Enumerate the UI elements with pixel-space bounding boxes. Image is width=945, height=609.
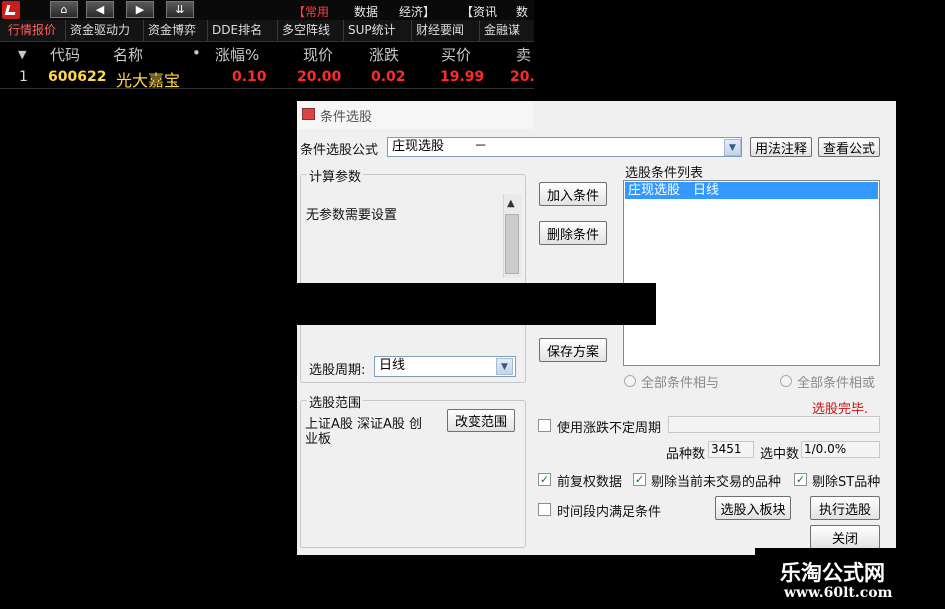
- arrow-right-icon[interactable]: ▶: [126, 1, 154, 18]
- selected-count-label: 选中数: [760, 447, 800, 462]
- condition-list[interactable]: 庄现选股 日线: [623, 180, 880, 366]
- stock-bid: 19.99: [440, 69, 485, 85]
- header-ask[interactable]: 卖: [516, 44, 531, 65]
- subtab-dde-rank[interactable]: DDE排名: [208, 20, 278, 41]
- header-price[interactable]: 现价: [303, 44, 333, 65]
- top-toolbar: [0, 0, 534, 20]
- view-formula-button[interactable]: 查看公式: [818, 137, 880, 157]
- delete-condition-button[interactable]: 删除条件: [539, 221, 607, 245]
- range-group-title: 选股范围: [307, 392, 364, 411]
- time-range-label: 时间段内满足条件: [557, 505, 662, 520]
- header-bid[interactable]: 买价: [441, 44, 471, 65]
- period-select[interactable]: 日线: [374, 356, 516, 377]
- tab-data-2[interactable]: 数: [516, 3, 528, 20]
- stock-price: 20.00: [297, 69, 342, 85]
- stock-count-label: 品种数: [666, 447, 706, 462]
- time-range-checkbox[interactable]: [538, 503, 551, 516]
- tab-data[interactable]: 数据: [354, 3, 378, 20]
- sort-arrow-icon[interactable]: ▼: [18, 48, 26, 61]
- close-button[interactable]: 关闭: [810, 525, 880, 549]
- radio-all-and-label: 全部条件相与: [641, 376, 720, 391]
- period-chevron-down-icon[interactable]: ▼: [496, 358, 513, 375]
- exclude-st-checkbox[interactable]: ✓: [794, 473, 807, 486]
- condition-list-label: 选股条件列表: [625, 166, 704, 181]
- execute-select-button[interactable]: 执行选股: [810, 496, 880, 520]
- stock-change: 0.02: [371, 69, 406, 85]
- add-condition-button[interactable]: 加入条件: [539, 182, 607, 206]
- formula-select[interactable]: 庄现选股 －: [387, 137, 742, 157]
- header-change[interactable]: 涨跌: [369, 44, 399, 65]
- condition-list-item[interactable]: 庄现选股 日线: [625, 182, 878, 199]
- exclude-untraded-label: 剔除当前未交易的品种: [651, 475, 782, 490]
- uncertain-period-checkbox[interactable]: [538, 419, 551, 432]
- uncertain-period-input[interactable]: [668, 416, 880, 433]
- home-icon[interactable]: ⌂: [50, 1, 78, 18]
- radio-all-and[interactable]: [624, 375, 636, 387]
- usage-notes-button[interactable]: 用法注释: [750, 137, 812, 157]
- subtab-sup-stats[interactable]: SUP统计: [344, 20, 412, 41]
- chevron-down-icon[interactable]: ▼: [724, 139, 741, 156]
- change-range-button[interactable]: 改变范围: [447, 409, 515, 432]
- add-to-block-button[interactable]: 选股入板块: [715, 496, 791, 520]
- header-change-pct[interactable]: 涨幅%: [215, 44, 259, 65]
- header-code[interactable]: 代码: [50, 44, 80, 65]
- stock-count-value: 3451: [708, 441, 754, 458]
- subtab-finance-plan[interactable]: 金融谋: [480, 20, 534, 41]
- subtab-capital-game[interactable]: 资金博弈: [144, 20, 208, 41]
- selected-count-value: 1/0.0%: [801, 441, 880, 458]
- scroll-up-icon[interactable]: ▲: [507, 198, 515, 209]
- radio-all-or[interactable]: [780, 375, 792, 387]
- watermark-url: www.60lt.com: [784, 585, 893, 601]
- dialog-app-icon: [302, 108, 315, 120]
- exclude-st-label: 剔除ST品种: [812, 475, 881, 490]
- subtab-finance-news[interactable]: 财经要闻: [412, 20, 480, 41]
- range-text-line2: 业板: [305, 432, 332, 447]
- subtab-long-short[interactable]: 多空阵线: [278, 20, 344, 41]
- formula-value: 庄现选股 －: [392, 139, 488, 154]
- header-name[interactable]: 名称: [113, 44, 143, 65]
- row-index: 1: [19, 69, 28, 85]
- save-plan-button[interactable]: 保存方案: [539, 338, 607, 362]
- watermark-name: 乐淘公式网: [780, 560, 885, 585]
- arrow-left-icon[interactable]: ◀: [86, 1, 114, 18]
- prior-adjust-label: 前复权数据: [557, 475, 623, 490]
- formula-label: 条件选股公式: [300, 143, 379, 158]
- status-text: 选股完毕.: [812, 402, 869, 417]
- subtab-quotes[interactable]: 行情报价: [4, 20, 66, 41]
- scrollbar-thumb[interactable]: [505, 214, 519, 274]
- stock-code[interactable]: 600622: [48, 69, 106, 85]
- tab-common[interactable]: 【常用: [293, 3, 329, 20]
- tab-news[interactable]: 【资讯: [461, 3, 497, 20]
- app-logo-icon: [2, 1, 20, 19]
- tab-economy[interactable]: 经济】: [399, 3, 435, 20]
- prior-adjust-checkbox[interactable]: ✓: [538, 473, 551, 486]
- exclude-untraded-checkbox[interactable]: ✓: [633, 473, 646, 486]
- dialog-title: 条件选股: [320, 110, 373, 125]
- period-value: 日线: [379, 358, 406, 373]
- stock-ask: 20.: [510, 69, 534, 85]
- uncertain-period-label: 使用涨跌不定周期: [557, 421, 662, 436]
- params-text: 无参数需要设置: [306, 208, 398, 223]
- subtab-capital-drive[interactable]: 资金驱动力: [66, 20, 144, 41]
- period-label: 选股周期:: [309, 363, 366, 378]
- redacted-area: [297, 283, 656, 325]
- row-divider: [0, 88, 534, 89]
- double-chevron-down-icon[interactable]: ⇊: [166, 1, 194, 18]
- params-group-title: 计算参数: [307, 166, 364, 185]
- radio-all-or-label: 全部条件相或: [797, 376, 876, 391]
- header-dot: •: [192, 44, 201, 62]
- stock-change-pct: 0.10: [232, 69, 267, 85]
